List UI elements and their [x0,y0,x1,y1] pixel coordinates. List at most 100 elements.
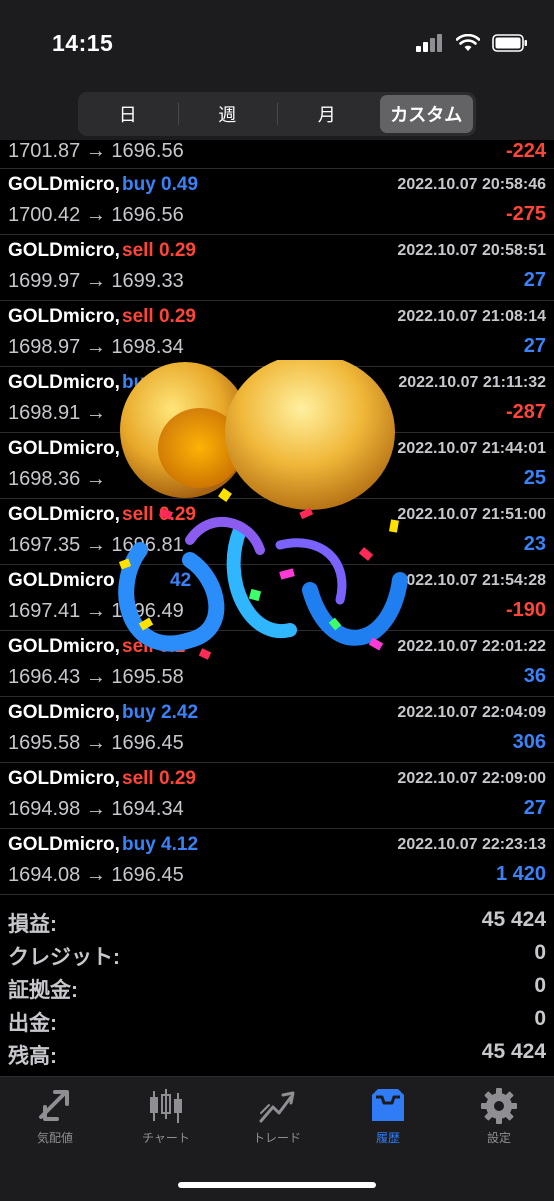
trade-side: bu [122,372,146,393]
trade-datetime: 2022.10.07 22:01:22 [397,638,546,655]
trade-symbol: GOLDmicro, [8,768,120,789]
trade-side: sell 0.29 [122,240,196,261]
period-segmented-control: 日 週 月 カスタム [78,92,476,136]
trade-prices: 1697.35 → 1696.81 [8,534,184,556]
summary-value: 0 [534,1007,546,1030]
trade-row[interactable]: GOLDmicro, bu 2022.10.07 21:11:32 1698.9… [0,366,554,433]
trade-side: sell 0.29 [122,768,196,789]
tab-label: 設定 [486,1131,511,1145]
trade-profit: 27 [523,335,546,357]
cellular-signal-icon [416,34,442,52]
summary-row-withdrawal: 出金: 0 [0,1004,554,1037]
trade-datetime: 2022.10.07 21:08:14 [397,308,546,325]
trade-symbol: GOLDmicro, [8,834,120,855]
trade-side: sell 0.29 [122,504,196,525]
trade-profit: 27 [523,269,546,291]
trade-symbol: GOLDmicro [8,570,115,591]
trade-row[interactable]: GOLDmicro, sell 0.29 2022.10.07 21:08:14… [0,300,554,367]
trade-datetime: 2022.10.07 22:04:09 [397,704,546,721]
summary-row-balance: 残高: 45 424 [0,1037,554,1070]
trade-row[interactable]: GOLDmicro, sell 0.29 2022.10.07 22:09:00… [0,762,554,829]
trade-symbol: GOLDmicro, [8,438,120,459]
trade-datetime: 2022.10.07 21:51:00 [397,506,546,523]
trade-symbol: GOLDmicro, [8,702,120,723]
trade-datetime: 2022.10.07 20:58:46 [397,176,546,193]
trade-datetime: 2022.10.07 21:44:01 [397,440,546,457]
trade-symbol: GOLDmicro, [8,174,120,195]
trade-prices: 1701.87 → 1696.56 [8,140,184,162]
trade-profit: -275 [505,203,546,225]
gear-icon [481,1088,517,1124]
trade-symbol: GOLDmicro, [8,306,120,327]
trade-prices: 1695.58 → 1696.45 [8,732,184,754]
summary-value: 45 424 [481,1040,546,1063]
summary-row-profit: 損益: 45 424 [0,905,554,938]
summary-row-deposit: 証拠金: 0 [0,971,554,1004]
battery-icon [492,34,527,52]
trade-prices: 1700.42 → 1696.56 [8,204,184,226]
trade-row[interactable]: GOLDmicro, 2022.10.07 21:44:01 1698.36 →… [0,432,554,499]
summary-label: 出金: [8,1012,57,1035]
trade-row[interactable]: GOLDmicro, sell 0.2 2022.10.07 22:01:22 … [0,630,554,697]
quotes-arrows-icon [39,1090,69,1121]
trade-prices: 1698.97 → 1698.34 [8,336,184,358]
candlestick-chart-icon [150,1089,182,1123]
trade-row[interactable]: GOLDmicro, buy 4.12 2022.10.07 22:23:13 … [0,828,554,895]
trade-row[interactable]: GOLDmicro, sell 0.29 2022.10.07 20:58:51… [0,234,554,301]
trade-row[interactable]: GOLDmicro, buy 0.49 2022.10.07 20:58:46 … [0,168,554,235]
trade-datetime: 2022.10.07 22:23:13 [397,836,546,853]
tab-label: チャート [142,1131,190,1145]
trade-prices: 1694.98 → 1694.34 [8,798,184,820]
trade-prices: 1694.08 → 1696.45 [8,864,184,886]
trade-side: sell 0.29 [122,306,196,327]
tab-settings[interactable]: 設定 [454,1087,544,1146]
segment-custom[interactable]: カスタム [379,95,473,133]
trade-symbol: GOLDmicro, [8,504,120,525]
trade-prices: 1699.97 → 1699.33 [8,270,184,292]
summary-label: 損益: [8,913,57,936]
trade-prices: 1697.41 → 1696.49 [8,600,184,622]
summary-value: 45 424 [481,908,546,931]
inbox-tray-icon [372,1089,404,1121]
trade-row-partial[interactable]: 1701.87 → 1696.56 -224 [0,140,554,169]
tab-trade[interactable]: トレード [232,1087,322,1146]
trade-datetime: 2022.10.07 22:09:00 [397,770,546,787]
tab-history[interactable]: 履歴 [343,1087,433,1146]
trade-profit: 36 [523,665,546,687]
period-selector-bar: 日 週 月 カスタム [0,90,554,140]
trade-side: buy 4.12 [122,834,199,855]
trade-prices: 1698.36 → [8,468,106,490]
trade-datetime: 2022.10.07 20:58:51 [397,242,546,259]
summary-label: クレジット: [8,946,120,969]
tab-label: 気配値 [36,1131,73,1145]
trade-prices: 1696.43 → 1695.58 [8,666,184,688]
trade-side: 42 [170,570,192,591]
segment-day[interactable]: 日 [81,95,178,133]
trade-row[interactable]: GOLDmicro, buy 2.42 2022.10.07 22:04:09 … [0,696,554,763]
trade-prices: 1698.91 → [8,402,106,424]
summary-value: 0 [534,974,546,997]
trade-profit: -224 [505,140,546,162]
trade-side: sell 0.2 [122,636,186,657]
tab-quotes[interactable]: 気配値 [10,1087,100,1146]
status-time: 14:15 [52,30,114,56]
trade-symbol: GOLDmicro, [8,372,120,393]
trade-row[interactable]: GOLDmicro 42 2022.10.07 21:54:28 1697.41… [0,564,554,631]
summary-value: 0 [534,941,546,964]
tab-chart[interactable]: チャート [121,1087,211,1146]
trade-profit: 306 [512,731,546,753]
trade-row[interactable]: GOLDmicro, sell 0.29 2022.10.07 21:51:00… [0,498,554,565]
tab-label: トレード [252,1131,301,1145]
tab-label: 履歴 [375,1131,400,1145]
trade-chart-icon [259,1091,295,1123]
trade-datetime: 2022.10.07 21:54:28 [397,572,546,589]
segment-month[interactable]: 月 [280,95,374,133]
system-icons [416,34,528,52]
status-bar: 14:15 [0,0,554,90]
summary-row-credit: クレジット: 0 [0,938,554,971]
trade-datetime: 2022.10.07 21:11:32 [398,374,546,391]
trade-profit: 1 420 [495,863,546,885]
wifi-icon [456,34,480,51]
summary-label: 証拠金: [8,979,78,1002]
segment-week[interactable]: 週 [181,95,278,133]
